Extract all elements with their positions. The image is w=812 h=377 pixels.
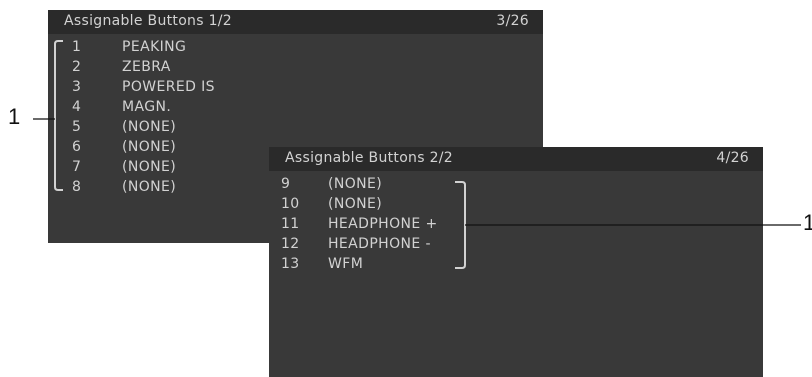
button-number: 6 <box>72 139 82 155</box>
button-number: 8 <box>72 179 82 195</box>
button-function: (NONE) <box>328 196 383 212</box>
screen-2-button-list: 9 (NONE) 10 (NONE) 11 HEADPHONE + 12 HEA… <box>281 176 581 286</box>
button-function: PEAKING <box>122 39 187 55</box>
button-function: (NONE) <box>122 179 177 195</box>
button-number: 4 <box>72 99 82 115</box>
button-function: (NONE) <box>122 139 177 155</box>
button-number: 2 <box>72 59 82 75</box>
button-number: 11 <box>281 216 300 232</box>
button-function: ZEBRA <box>122 59 171 75</box>
button-function: HEADPHONE - <box>328 236 431 252</box>
callout-label-right: 1 <box>803 210 812 235</box>
menu-item-button-5[interactable]: 5 (NONE) <box>72 119 372 139</box>
button-number: 3 <box>72 79 82 95</box>
screen-2-page-counter: 4/26 <box>716 150 749 166</box>
button-number: 13 <box>281 256 300 272</box>
screen-1-page-counter: 3/26 <box>496 13 529 29</box>
assignable-buttons-screen-2: Assignable Buttons 2/2 4/26 9 (NONE) 10 … <box>269 147 763 377</box>
button-number: 12 <box>281 236 300 252</box>
menu-item-button-4[interactable]: 4 MAGN. <box>72 99 372 119</box>
screen-2-title: Assignable Buttons 2/2 <box>285 150 454 166</box>
menu-item-button-12[interactable]: 12 HEADPHONE - <box>281 236 581 256</box>
screen-1-header: Assignable Buttons 1/2 3/26 <box>48 10 543 34</box>
screen-2-header: Assignable Buttons 2/2 4/26 <box>269 147 763 171</box>
button-function: (NONE) <box>122 119 177 135</box>
button-function: (NONE) <box>122 159 177 175</box>
button-function: (NONE) <box>328 176 383 192</box>
button-number: 5 <box>72 119 82 135</box>
button-number: 7 <box>72 159 82 175</box>
button-function: HEADPHONE + <box>328 216 438 232</box>
menu-item-button-10[interactable]: 10 (NONE) <box>281 196 581 216</box>
button-function: POWERED IS <box>122 79 215 95</box>
button-function: WFM <box>328 256 364 272</box>
callout-label-left: 1 <box>8 104 21 129</box>
button-number: 10 <box>281 196 300 212</box>
menu-item-button-11[interactable]: 11 HEADPHONE + <box>281 216 581 236</box>
button-number: 9 <box>281 176 291 192</box>
menu-item-button-2[interactable]: 2 ZEBRA <box>72 59 372 79</box>
menu-item-button-1[interactable]: 1 PEAKING <box>72 39 372 59</box>
menu-item-button-13[interactable]: 13 WFM <box>281 256 581 276</box>
menu-item-button-3[interactable]: 3 POWERED IS <box>72 79 372 99</box>
button-number: 1 <box>72 39 82 55</box>
button-function: MAGN. <box>122 99 172 115</box>
menu-item-button-9[interactable]: 9 (NONE) <box>281 176 581 196</box>
screen-1-title: Assignable Buttons 1/2 <box>64 13 233 29</box>
